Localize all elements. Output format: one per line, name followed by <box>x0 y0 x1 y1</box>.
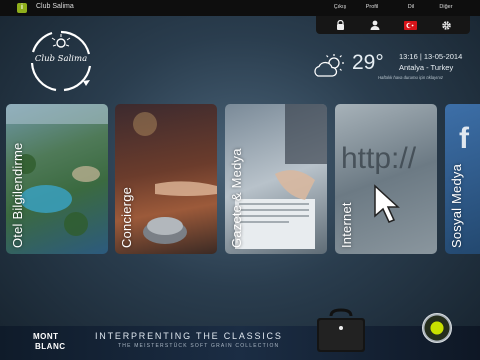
temperature: 29° <box>352 51 384 74</box>
app-title: Club Salima <box>36 3 74 10</box>
location: Antalya - Turkey <box>399 63 454 72</box>
menu-label-language[interactable]: Dil <box>396 4 426 10</box>
tile-concierge[interactable]: Concierge <box>115 104 217 254</box>
lock-icon[interactable] <box>333 18 347 32</box>
home-button[interactable] <box>422 313 452 343</box>
app-icon[interactable]: i <box>17 3 27 13</box>
menu-label-profile[interactable]: Profil <box>357 4 387 10</box>
menu-label-other[interactable]: Diğer <box>431 4 461 10</box>
date-time: 13:16 | 13-05-2014 <box>399 52 463 61</box>
tile-label: Concierge <box>119 186 134 248</box>
ad-subline: THE MEISTERSTÜCK SOFT GRAIN COLLECTION <box>118 343 280 349</box>
tile-label: Sosyal Medya <box>449 163 464 248</box>
ad-banner[interactable]: MONT BLANC INTERPRENTING THE CLASSICS TH… <box>0 326 480 360</box>
user-icon[interactable] <box>368 18 382 32</box>
ad-headline: INTERPRENTING THE CLASSICS <box>95 331 283 341</box>
partly-sunny-icon[interactable] <box>312 54 346 78</box>
logo-text: Club Salima <box>34 54 88 64</box>
tile-label: Gazete & Medya <box>229 148 244 248</box>
turkey-flag-icon[interactable] <box>403 18 417 32</box>
tile-internet[interactable]: http:// Internet <box>335 104 437 254</box>
brand-line-2: BLANC <box>35 342 66 351</box>
svg-text:http://: http:// <box>341 142 417 175</box>
tile-label: Otel Bilgilendirme <box>10 142 25 248</box>
top-bar: i Club Salima Çıkış Profil Dil Diğer <box>0 0 480 16</box>
svg-text:f: f <box>459 122 470 155</box>
tile-hotel-info[interactable]: Otel Bilgilendirme <box>6 104 108 254</box>
club-salima-logo[interactable]: Club Salima <box>28 28 94 94</box>
gear-icon[interactable] <box>439 18 453 32</box>
briefcase-image <box>313 308 369 354</box>
brand-line-1: MONT <box>33 332 59 341</box>
menu-label-logout[interactable]: Çıkış <box>325 4 355 10</box>
menu-icon-bar <box>316 16 470 34</box>
tile-news-media[interactable]: Gazete & Medya <box>225 104 327 254</box>
tile-label: Internet <box>339 202 354 248</box>
tile-social-media[interactable]: f Sosyal Medya <box>445 104 480 254</box>
weather-note[interactable]: Haftalık hava durumu için tıklayınız <box>378 75 443 80</box>
